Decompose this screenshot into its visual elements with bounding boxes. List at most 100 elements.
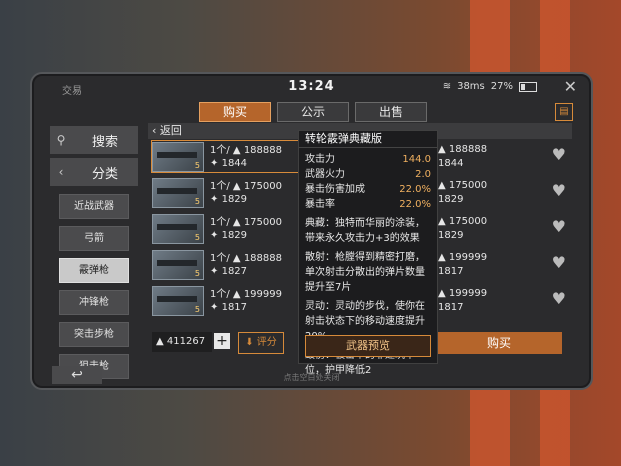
listing-row[interactable]: 5 1个/ ▲ 199999 ✦ 1817 (152, 285, 302, 316)
sidebar-item-bow[interactable]: 弓箭 (59, 226, 129, 251)
favorite-heart-icon[interactable]: ♥ (552, 147, 566, 163)
stat-label: 武器火力 (305, 169, 345, 180)
favorite-heart-icon[interactable]: ♥ (552, 219, 566, 235)
listing-price: 175000 (243, 216, 282, 228)
listing-row[interactable]: 5 1个/ ▲ 175000 ✦ 1829 (152, 177, 302, 208)
stat-row: 攻击力 144.0 (305, 152, 431, 167)
coin-icon: ▲ (232, 216, 241, 228)
chevron-left-icon: ‹ (58, 165, 64, 179)
weapon-preview-button[interactable]: 武器预览 (305, 335, 431, 357)
stat-label: 暴击伤害加成 (305, 184, 365, 195)
listing-price: 175000 (448, 216, 488, 227)
category-label: 分类 (91, 166, 118, 182)
search-label: 搜索 (91, 134, 118, 150)
listing-price: 175000 (243, 180, 282, 192)
records-icon[interactable]: ▤ (555, 103, 573, 121)
listing-qty: 1个/ (210, 216, 230, 228)
level-badge: 5 (194, 196, 200, 206)
listing-row[interactable]: ▲ 199999 1817 ♥ (436, 285, 572, 316)
coin-icon: ▲ (232, 252, 241, 264)
tab-bar: 购买 公示 出售 (199, 102, 427, 122)
listing-score: 1844 (221, 157, 248, 169)
sidebar-item-melee[interactable]: 近战武器 (59, 194, 129, 219)
sidebar-item-assault-rifle[interactable]: 突击步枪 (59, 322, 129, 347)
close-icon[interactable]: ✕ (564, 77, 577, 96)
shotgun-icon (157, 259, 197, 266)
tab-sell[interactable]: 出售 (355, 102, 427, 122)
listing-score: 1829 (438, 194, 464, 205)
coin-icon: ▲ (438, 216, 446, 227)
listing-row[interactable]: ▲ 199999 1817 ♥ (436, 249, 572, 280)
listing-row[interactable]: ▲ 175000 1829 ♥ (436, 213, 572, 244)
sidebar-item-smg[interactable]: 冲锋枪 (59, 290, 129, 315)
listing-price: 199999 (448, 288, 488, 299)
shotgun-icon (157, 223, 197, 230)
listing-row[interactable]: ▲ 188888 1844 ♥ (436, 141, 572, 172)
category-header[interactable]: ‹ 分类 (50, 158, 138, 186)
status-indicators: ≋ 38ms 27% (443, 81, 537, 92)
listing-price: 188888 (448, 144, 488, 155)
listing-row[interactable]: ▲ 175000 1829 ♥ (436, 177, 572, 208)
stat-value: 22.0% (399, 199, 431, 210)
level-badge: 5 (194, 304, 200, 314)
listing-column-left: 5 1个/ ▲ 188888 ✦ 1844 5 1个/ ▲ 175000 ✦ 182… (151, 140, 303, 321)
coin-icon: ▲ (156, 336, 164, 347)
favorite-heart-icon[interactable]: ♥ (552, 183, 566, 199)
listing-price: 188888 (243, 144, 282, 156)
stat-label: 攻击力 (305, 154, 335, 165)
wallet-amount: 411267 (166, 336, 206, 347)
listing-row[interactable]: 5 1个/ ▲ 188888 ✦ 1844 (151, 140, 303, 173)
weapon-stats: 攻击力 144.0 武器火力 2.0 暴击伤害加成 22.0% 暴击率 22.0% (299, 148, 437, 212)
stat-label: 暴击率 (305, 199, 335, 210)
listing-score: 1829 (438, 230, 464, 241)
listing-qty: 1个/ (210, 288, 230, 300)
level-badge: 5 (194, 160, 200, 170)
listing-score: 1817 (221, 301, 248, 313)
rate-button[interactable]: ⬇ 评分 (238, 332, 284, 354)
search-button[interactable]: ⚲ 搜索 (50, 126, 138, 154)
coin-icon: ▲ (232, 144, 241, 156)
listing-price: 188888 (243, 252, 282, 264)
listing-score: 1829 (221, 229, 248, 241)
rate-label: 评分 (256, 337, 277, 348)
add-currency-button[interactable]: + (214, 333, 230, 349)
listing-price: 175000 (448, 180, 488, 191)
back-label: 返回 (159, 124, 182, 137)
star-icon: ✦ (210, 301, 219, 313)
listing-row[interactable]: 5 1个/ ▲ 188888 ✦ 1827 (152, 249, 302, 280)
level-badge: 5 (194, 232, 200, 242)
stat-value: 22.0% (399, 184, 431, 195)
sidebar-item-shotgun[interactable]: 霰弹枪 (59, 258, 129, 283)
stat-row: 暴击伤害加成 22.0% (305, 182, 431, 197)
tab-buy[interactable]: 购买 (199, 102, 271, 122)
weapon-thumbnail: 5 (152, 285, 204, 316)
star-icon: ✦ (210, 193, 219, 205)
level-badge: 5 (194, 268, 200, 278)
stat-row: 暴击率 22.0% (305, 197, 431, 212)
favorite-heart-icon[interactable]: ♥ (552, 255, 566, 271)
sidebar: ⚲ 搜索 ‹ 分类 近战武器 弓箭 霰弹枪 冲锋枪 突击步枪 狙击枪 (50, 126, 138, 379)
weapon-detail-popup: 转轮霰弹典藏版 攻击力 144.0 武器火力 2.0 暴击伤害加成 22.0% 暴击率… (298, 130, 438, 376)
wallet-balance: ▲ 411267 (152, 332, 212, 352)
buy-button[interactable]: 购买 (436, 332, 562, 354)
category-list: 近战武器 弓箭 霰弹枪 冲锋枪 突击步枪 狙击枪 (59, 194, 129, 386)
weapon-thumbnail: 5 (152, 249, 204, 280)
listing-score: 1829 (221, 193, 248, 205)
stat-value: 144.0 (402, 154, 431, 165)
weapon-thumbnail: 5 (152, 213, 204, 244)
tab-announce[interactable]: 公示 (277, 102, 349, 122)
stat-row: 武器火力 2.0 (305, 167, 431, 182)
battery-icon (519, 81, 537, 92)
weapon-thumbnail: 5 (152, 141, 204, 172)
search-icon: ⚲ (56, 133, 66, 147)
favorite-heart-icon[interactable]: ♥ (552, 291, 566, 307)
listing-score: 1844 (438, 158, 464, 169)
coin-icon: ▲ (438, 288, 446, 299)
trait-text: 典藏：独特而华丽的涂装，带来永久攻击力+3的效果 (305, 218, 425, 244)
star-icon: ✦ (210, 265, 219, 277)
listing-column-right: ▲ 188888 1844 ♥ ▲ 175000 1829 ♥ ▲ 175000 1829… (436, 141, 572, 321)
listing-row[interactable]: 5 1个/ ▲ 175000 ✦ 1829 (152, 213, 302, 244)
coin-icon: ▲ (438, 252, 446, 263)
shotgun-icon (157, 151, 197, 158)
listing-score: 1817 (438, 302, 464, 313)
